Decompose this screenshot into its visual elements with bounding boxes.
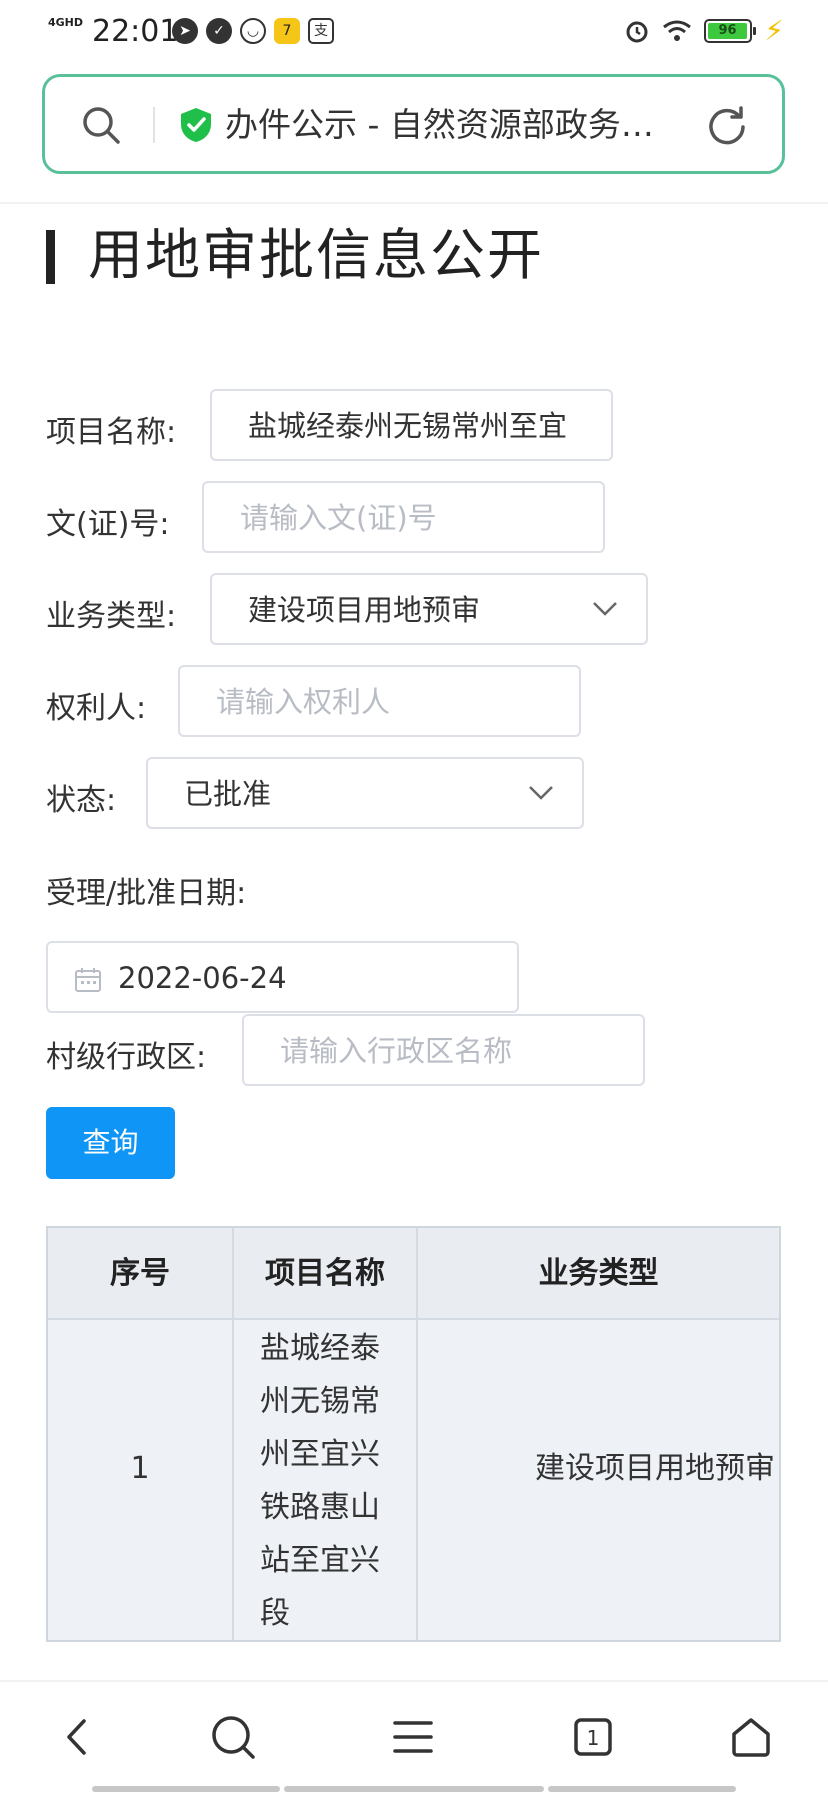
cell-line: 铁路惠山 — [260, 1490, 380, 1525]
back-icon — [67, 1719, 86, 1755]
reload-icon[interactable] — [706, 105, 748, 147]
date-value: 2022-06-24 — [118, 961, 287, 995]
search-icon — [212, 1716, 255, 1759]
project-name-label: 项目名称: — [46, 415, 177, 450]
status-value: 已批准 — [184, 777, 272, 811]
network-type: 4GHD — [48, 16, 84, 29]
cell-line: 州至宜兴 — [260, 1437, 380, 1472]
cell-line: 站至宜兴 — [260, 1543, 380, 1578]
biz-type-value: 建设项目用地预审 — [248, 593, 481, 627]
divider — [0, 202, 828, 204]
status-time: 22:01 — [92, 14, 179, 49]
project-name-value: 盐城经泰州无锡常州至宜 — [248, 409, 568, 443]
doc-no-placeholder: 请输入文(证)号 — [240, 501, 437, 535]
gesture-bar — [284, 1786, 544, 1792]
status-label: 状态: — [46, 783, 117, 818]
owner-input[interactable]: 请输入权利人 — [178, 665, 581, 737]
calendar-icon — [75, 968, 101, 992]
home-icon — [732, 1718, 770, 1757]
query-button[interactable]: 查询 — [46, 1107, 175, 1179]
check-icon: ✓ — [206, 18, 232, 44]
divider — [153, 107, 155, 143]
village-label: 村级行政区: — [46, 1040, 207, 1075]
charging-icon: ⚡ — [764, 14, 784, 47]
results-table: 序号 项目名称 业务类型 1 盐城经泰 州无锡常 州至宜兴 铁路惠山 站至宜兴 … — [46, 1226, 781, 1642]
wifi-icon — [663, 20, 692, 41]
header-biz-type: 业务类型 — [538, 1256, 659, 1291]
svg-text:1: 1 — [587, 1726, 600, 1750]
status-bar: 4GHD 22:01 ➤ ✓ ◡ 7 支 96 ⚡ — [0, 0, 828, 62]
owner-placeholder: 请输入权利人 — [216, 685, 391, 719]
title-accent-bar — [46, 230, 55, 284]
address-bar[interactable]: 办件公示 - 自然资源部政务… — [42, 74, 785, 174]
home-button[interactable] — [726, 1712, 776, 1762]
biz-type-label: 业务类型: — [46, 599, 177, 634]
shield-icon — [181, 108, 211, 142]
chevron-down-icon — [593, 602, 617, 616]
page-tab-title[interactable]: 办件公示 - 自然资源部政务… — [225, 101, 675, 149]
gesture-bar — [92, 1786, 280, 1792]
village-input[interactable]: 请输入行政区名称 — [242, 1014, 645, 1086]
system-icons: 96 ⚡ — [624, 14, 784, 47]
owner-label: 权利人: — [46, 691, 147, 726]
doc-no-input[interactable]: 请输入文(证)号 — [202, 481, 605, 553]
cell-line: 段 — [260, 1596, 290, 1631]
menu-icon — [393, 1721, 433, 1753]
cell-project-name: 盐城经泰 州无锡常 州至宜兴 铁路惠山 站至宜兴 段 — [260, 1322, 410, 1640]
app-icon: 7 — [274, 18, 300, 44]
date-label: 受理/批准日期: — [46, 876, 247, 911]
project-name-input[interactable]: 盐城经泰州无锡常州至宜 — [210, 389, 613, 461]
tabs-icon: 1 — [574, 1718, 612, 1756]
menu-button[interactable] — [388, 1712, 438, 1762]
battery-icon: 96 — [704, 19, 757, 43]
divider — [0, 1680, 828, 1682]
date-picker[interactable]: 2022-06-24 — [46, 941, 519, 1013]
village-placeholder: 请输入行政区名称 — [280, 1034, 513, 1068]
cell-biz-type: 建设项目用地预审 — [535, 1451, 775, 1486]
mask-icon: ◡ — [240, 18, 266, 44]
biz-type-select[interactable]: 建设项目用地预审 — [210, 573, 648, 645]
alarm-icon — [626, 21, 648, 43]
doc-no-label: 文(证)号: — [46, 507, 170, 542]
gesture-bar — [548, 1786, 736, 1792]
network-indicator: 4GHD — [48, 16, 83, 29]
page-title: 用地审批信息公开 — [88, 223, 545, 287]
back-button[interactable] — [53, 1712, 103, 1762]
battery-level: 96 — [708, 23, 747, 39]
header-index: 序号 — [110, 1256, 170, 1291]
cell-line: 盐城经泰 — [260, 1331, 380, 1366]
notification-icons: ➤ ✓ ◡ 7 支 — [172, 18, 334, 44]
chevron-down-icon — [529, 786, 553, 800]
status-select[interactable]: 已批准 — [146, 757, 584, 829]
pay-icon: 支 — [308, 18, 334, 44]
header-project-name: 项目名称 — [265, 1256, 385, 1291]
search-button[interactable] — [208, 1712, 258, 1762]
tabs-button[interactable]: 1 — [568, 1712, 618, 1762]
cell-line: 州无锡常 — [260, 1384, 380, 1419]
search-icon[interactable] — [81, 105, 121, 145]
cell-index: 1 — [130, 1451, 150, 1486]
compass-icon: ➤ — [172, 18, 198, 44]
